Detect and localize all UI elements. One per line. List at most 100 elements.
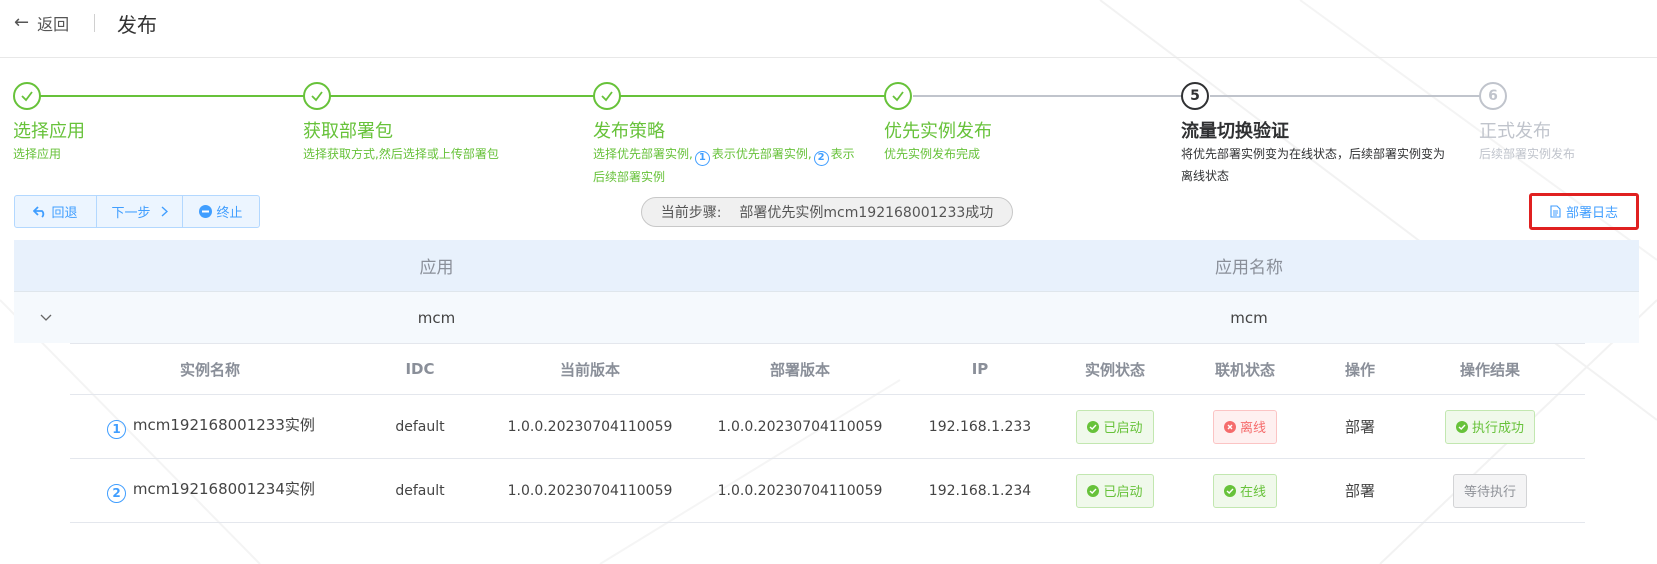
result-label: 等待执行 (1463, 485, 1516, 500)
step-3-desc-b: 表示优先部署实例, (711, 147, 812, 161)
column-header-app-name: 应用名称 (1215, 258, 1283, 278)
instance-status-cell: 已启动 (1050, 473, 1180, 508)
step-4-title: 优先实例发布 (884, 121, 992, 142)
instance-name: mcm192168001234实例 (132, 480, 315, 499)
idc-cell: default (395, 482, 445, 499)
step-3-desc: 选择优先部署实例, 1 表示优先部署实例, 2 表示后续部署实例 (593, 143, 858, 188)
action-cell: 部署 (1310, 416, 1410, 437)
app-cell: mcm (417, 308, 456, 327)
step-connector-5 (1210, 95, 1493, 97)
step-6-desc: 后续部署实例发布 (1479, 147, 1576, 161)
column-header-app: 应用 (419, 258, 454, 278)
next-step-label: 下一步 (111, 206, 151, 221)
column-header-ip: IP (971, 360, 989, 378)
check-icon (303, 82, 331, 110)
stop-label: 终止 (216, 206, 243, 221)
header-divider (94, 14, 95, 32)
column-header-instance-name: 实例名称 (179, 360, 240, 379)
deploy-link[interactable]: 部署 (1345, 482, 1375, 500)
column-header-current-version: 当前版本 (559, 360, 620, 379)
check-circle-icon (1087, 484, 1100, 497)
column-header-action: 操作 (1344, 360, 1375, 379)
deploy-link[interactable]: 部署 (1345, 418, 1375, 436)
check-circle-icon (1223, 484, 1236, 497)
status-badge: 执行成功 (1444, 409, 1535, 444)
instance-name-cell: 2 mcm192168001234实例 (70, 478, 350, 503)
number-badge-2: 2 (107, 483, 127, 503)
app-name-cell: mcm (1230, 308, 1268, 327)
chevron-down-icon[interactable] (36, 308, 56, 328)
step-6-title: 正式发布 (1479, 121, 1551, 142)
step-3-desc-a: 选择优先部署实例, (593, 147, 693, 161)
deploy-version-cell: 1.0.0.20230704110059 (717, 418, 883, 435)
status-label: 已启动 (1103, 421, 1143, 436)
current-version-cell: 1.0.0.20230704110059 (507, 418, 673, 435)
check-icon (13, 82, 41, 110)
step-connector-2 (330, 95, 605, 97)
instance-name: mcm192168001233实例 (132, 416, 315, 435)
step-2-title: 获取部署包 (303, 121, 393, 142)
rollback-button[interactable]: 回退 (15, 196, 97, 227)
result-cell: 等待执行 (1410, 473, 1570, 508)
current-version-cell: 1.0.0.20230704110059 (507, 482, 673, 499)
current-step-pill: 当前步骤: 部署优先实例mcm192168001233成功 (641, 197, 1013, 227)
check-circle-icon (1087, 420, 1100, 433)
back-label: 返回 (37, 15, 70, 34)
check-icon (884, 82, 912, 110)
status-badge: 已启动 (1076, 409, 1154, 444)
status-badge: 等待执行 (1452, 473, 1527, 508)
stop-button[interactable]: 终止 (183, 196, 259, 227)
number-badge-2: 2 (813, 150, 829, 166)
deploy-log-highlight: 部署日志 (1529, 193, 1639, 230)
step-5-number: 5 (1181, 82, 1209, 110)
status-badge: 已启动 (1076, 473, 1154, 508)
instance-table-header: 实例名称 IDC 当前版本 部署版本 IP 实例状态 联机状态 操作 操作结果 (70, 343, 1585, 395)
status-badge: 离线 (1212, 409, 1277, 444)
action-cell: 部署 (1310, 480, 1410, 501)
step-3-title: 发布策略 (593, 121, 665, 142)
ip-cell: 192.168.1.234 (928, 482, 1032, 499)
column-header-instance-status: 实例状态 (1084, 360, 1145, 379)
column-header-deploy-version: 部署版本 (769, 360, 830, 379)
table-row: 2 mcm192168001234实例 default 1.0.0.202307… (70, 459, 1585, 523)
step-5-title: 流量切换验证 (1181, 121, 1289, 142)
step-2-desc: 选择获取方式,然后选择或上传部署包 (303, 147, 499, 161)
column-header-idc: IDC (405, 360, 435, 378)
deploy-log-button[interactable]: 部署日志 (1550, 202, 1618, 221)
number-badge-1: 1 (107, 419, 127, 439)
steps-bar: 选择应用 选择应用 获取部署包 选择获取方式,然后选择或上传部署包 发布策略 选… (0, 80, 1657, 190)
result-label: 执行成功 (1471, 421, 1524, 436)
online-status-cell: 离线 (1180, 409, 1310, 444)
status-badge: 在线 (1212, 473, 1277, 508)
check-icon (593, 82, 621, 110)
status-label: 在线 (1239, 485, 1266, 500)
arrow-left-icon: ← (14, 12, 30, 33)
number-badge-1: 1 (694, 150, 710, 166)
column-header-result: 操作结果 (1459, 360, 1520, 379)
page-header: ← 返回 发布 (0, 0, 1657, 58)
back-button[interactable]: ← 返回 (14, 11, 69, 35)
online-status-cell: 在线 (1180, 473, 1310, 508)
deploy-version-cell: 1.0.0.20230704110059 (717, 482, 883, 499)
table-row: mcm mcm (14, 292, 1639, 343)
step-connector-1 (40, 95, 314, 97)
close-circle-icon (1223, 420, 1236, 433)
instance-status-cell: 已启动 (1050, 409, 1180, 444)
stop-circle-icon (199, 205, 213, 218)
app-table: 应用 应用名称 mcm mcm 实例名称 IDC 当前版本 部署版本 IP 实例… (14, 240, 1639, 523)
step-4-desc: 优先实例发布完成 (884, 147, 981, 161)
result-cell: 执行成功 (1410, 409, 1570, 444)
step-6-number: 6 (1479, 82, 1507, 110)
instance-table: 实例名称 IDC 当前版本 部署版本 IP 实例状态 联机状态 操作 操作结果 … (70, 343, 1585, 523)
chevron-right-icon (161, 206, 168, 217)
instance-name-cell: 1 mcm192168001233实例 (70, 414, 350, 439)
step-connector-3 (620, 95, 897, 97)
step-1-desc: 选择应用 (13, 147, 62, 161)
next-step-button[interactable]: 下一步 (97, 196, 183, 227)
step-connector-4 (913, 95, 1195, 97)
ip-cell: 192.168.1.233 (928, 418, 1032, 435)
step-5-desc: 将优先部署实例变为在线状态，后续部署实例变为离线状态 (1181, 147, 1446, 183)
table-row: 1 mcm192168001233实例 default 1.0.0.202307… (70, 395, 1585, 459)
step-1-title: 选择应用 (13, 121, 85, 142)
status-label: 已启动 (1103, 485, 1143, 500)
